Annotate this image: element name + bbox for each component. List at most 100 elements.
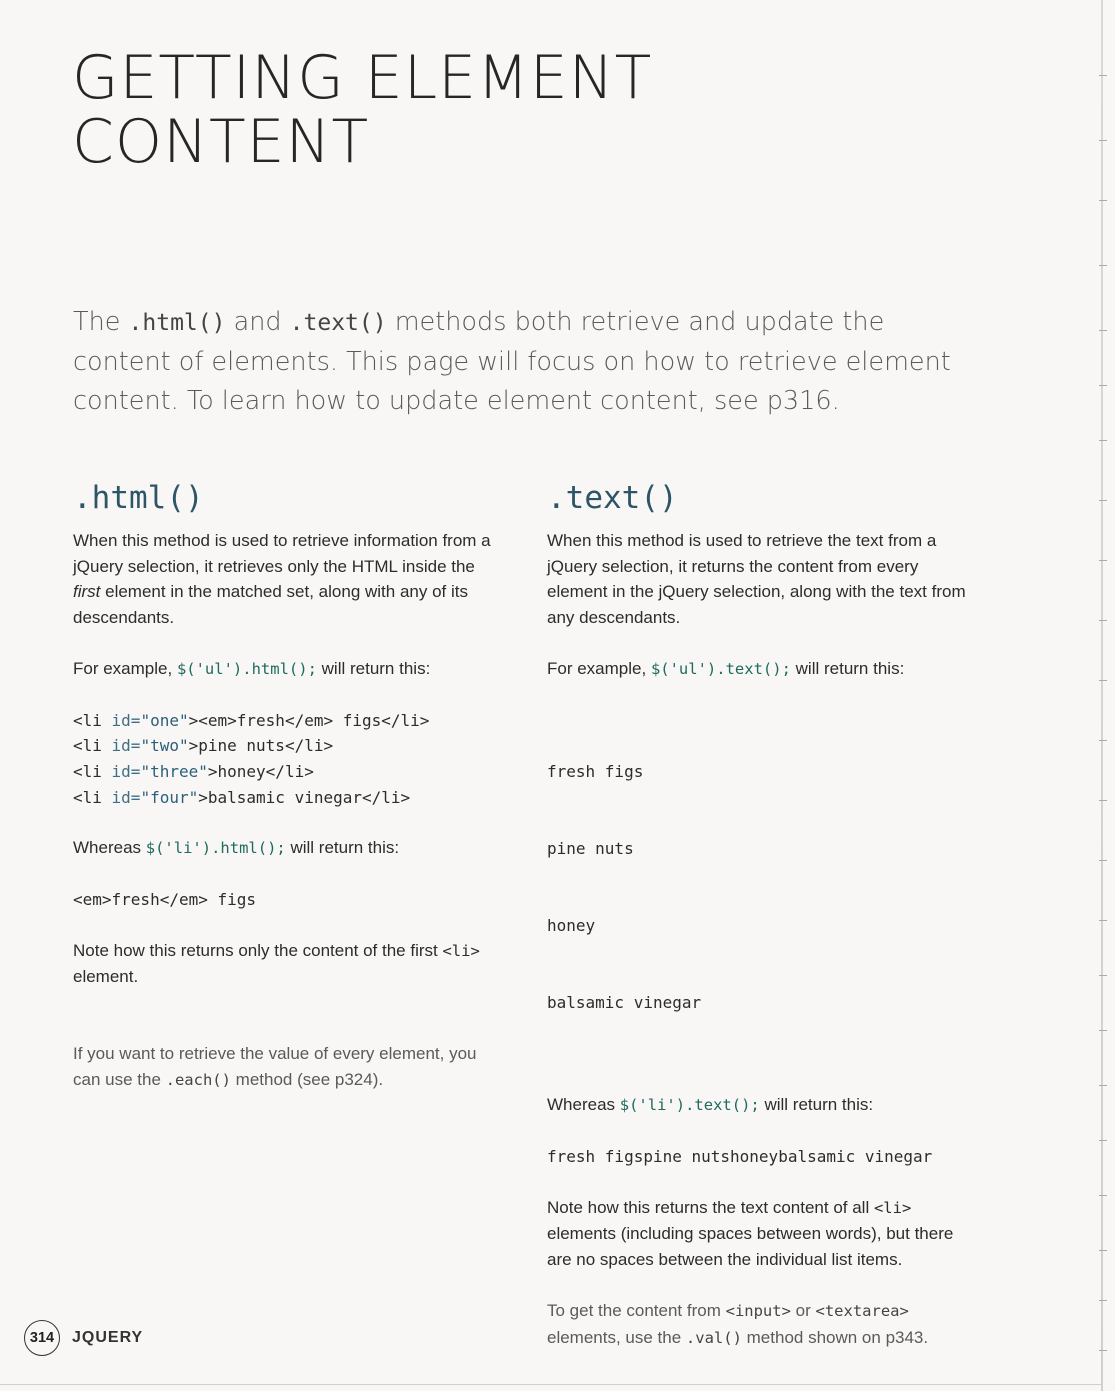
- text-note-text: Note how this returns the text content o…: [547, 1197, 874, 1217]
- page-edge-tick: [1099, 1030, 1107, 1031]
- page-edge-tick: [1099, 1350, 1107, 1351]
- html-code-line: <li id="two">pine nuts</li>: [73, 733, 493, 759]
- html-code-rest: >balsamic vinegar</li>: [198, 787, 411, 807]
- page-edge-tick: [1099, 265, 1107, 266]
- text-note-text: elements (including spaces between words…: [547, 1224, 954, 1270]
- section-name: JQUERY: [72, 1329, 144, 1346]
- page-number: 314: [24, 1320, 60, 1356]
- text-result: fresh figspine nutshoneybalsamic vinegar: [547, 1147, 933, 1167]
- page-edge-tick: [1099, 1300, 1107, 1301]
- html-code-val: "three": [140, 761, 208, 781]
- html-code-attr: id=: [111, 761, 141, 781]
- page-edge-tick: [1099, 920, 1107, 921]
- text-code-line: fresh figs: [547, 761, 644, 781]
- html-result: <em>fresh</em> figs: [73, 890, 257, 910]
- page-edge-tick: [1099, 1195, 1107, 1196]
- page-title: GETTING ELEMENT CONTENT: [72, 46, 652, 174]
- html-example-text: will return this:: [316, 658, 431, 678]
- text-tip-code: <input>: [725, 1301, 791, 1320]
- html-example-text: For example,: [73, 658, 177, 678]
- html-note-text: element.: [73, 967, 139, 987]
- page-edge-tick: [1099, 740, 1107, 741]
- page-edge-tick: [1099, 1140, 1107, 1141]
- intro-text: and: [225, 307, 290, 337]
- html-code-line: <li id="one"><em>fresh</em> figs</li>: [73, 708, 493, 734]
- text-note-code: <li>: [873, 1198, 912, 1217]
- text-whereas-text: will return this:: [759, 1095, 874, 1115]
- text-method-heading: .text(): [547, 480, 678, 516]
- html-example-code: $('ul').html();: [176, 659, 317, 678]
- text-code-line: pine nuts: [547, 839, 634, 859]
- html-code-attr: id=: [111, 787, 141, 807]
- html-method-column: .html() When this method is used to retr…: [73, 478, 493, 1094]
- page-edge-tick: [1099, 680, 1107, 681]
- page-edge-tick: [1099, 140, 1107, 141]
- html-whereas: Whereas $('li').html(); will return this…: [73, 835, 493, 862]
- page-edge-tick: [1099, 1250, 1107, 1251]
- page-edge-tick: [1099, 385, 1107, 386]
- html-example-intro: For example, $('ul').html(); will return…: [73, 656, 493, 683]
- page-footer: 314 JQUERY: [24, 1318, 143, 1358]
- text-tip-text: elements, use the: [547, 1327, 686, 1347]
- html-whereas-code: $('li').html();: [145, 839, 286, 858]
- intro-text: The: [73, 307, 129, 337]
- page-edge-tick: [1099, 500, 1107, 501]
- intro-code-text: .text(): [289, 310, 387, 336]
- html-code-line: <li id="three">honey</li>: [73, 759, 493, 785]
- intro-code-html: .html(): [128, 310, 226, 336]
- html-method-heading: .html(): [73, 480, 204, 516]
- page-edge-tick: [1099, 560, 1107, 561]
- page-bottom-edge: [0, 1384, 1103, 1385]
- html-code-rest: >pine nuts</li>: [188, 736, 334, 756]
- text-whereas: Whereas $('li').text(); will return this…: [547, 1092, 967, 1119]
- page-edge-tick: [1099, 975, 1107, 976]
- text-example-text: will return this:: [790, 658, 905, 678]
- title-line-2: CONTENT: [72, 107, 370, 177]
- html-code-open: <li: [73, 787, 112, 807]
- text-tip-code: .val(): [685, 1328, 742, 1347]
- html-code-val: "one": [140, 710, 189, 730]
- html-tip-code: .each(): [165, 1070, 231, 1089]
- html-note-text: Note how this returns only the content o…: [73, 940, 443, 960]
- text-whereas-text: Whereas: [547, 1095, 620, 1115]
- page-edge-tick: [1099, 1085, 1107, 1086]
- html-code-rest: ><em>fresh</em> figs</li>: [188, 710, 430, 730]
- page-edge-tick: [1099, 800, 1107, 801]
- html-description: When this method is used to retrieve inf…: [73, 528, 493, 631]
- html-code-open: <li: [73, 710, 112, 730]
- html-tip-text: method (see p324).: [230, 1069, 384, 1089]
- html-code-line: <li id="four">balsamic vinegar</li>: [73, 785, 493, 811]
- page-edge-tick: [1099, 330, 1107, 331]
- html-whereas-text: Whereas: [73, 838, 146, 858]
- html-description-emphasis: first: [73, 582, 101, 602]
- text-method-column: .text() When this method is used to retr…: [547, 478, 967, 1351]
- text-example-text: For example,: [547, 658, 651, 678]
- html-code-open: <li: [73, 761, 112, 781]
- text-tip-code: <textarea>: [815, 1301, 909, 1320]
- html-code-val: "two": [140, 736, 189, 756]
- html-code-rest: >honey</li>: [207, 761, 314, 781]
- html-note-code: <li>: [442, 941, 480, 960]
- html-code-block: <li id="one"><em>fresh</em> figs</li> <li…: [73, 708, 493, 811]
- text-code-block: fresh figs pine nuts honey balsamic vine…: [547, 708, 967, 1068]
- text-note: Note how this returns the text content o…: [547, 1195, 967, 1273]
- page-edge-tick: [1099, 75, 1107, 76]
- html-description-text: element in the matched set, along with a…: [73, 582, 468, 628]
- text-tip: To get the content from <input> or <text…: [547, 1298, 967, 1351]
- html-code-attr: id=: [111, 710, 141, 730]
- intro-paragraph: The .html() and .text() methods both ret…: [73, 303, 973, 421]
- text-tip-text: method shown on p343.: [741, 1327, 929, 1347]
- page-edge: [1101, 0, 1103, 1391]
- text-tip-text: or: [790, 1300, 816, 1320]
- text-tip-text: To get the content from: [547, 1300, 726, 1320]
- html-code-attr: id=: [111, 736, 141, 756]
- html-whereas-text: will return this:: [285, 838, 400, 858]
- text-code-line: honey: [547, 916, 596, 936]
- html-tip: If you want to retrieve the value of eve…: [73, 1041, 493, 1093]
- page-edge-tick: [1099, 440, 1107, 441]
- text-example-code: $('ul').text();: [650, 659, 791, 678]
- text-description: When this method is used to retrieve the…: [547, 531, 966, 628]
- text-whereas-code: $('li').text();: [619, 1096, 760, 1115]
- html-note: Note how this returns only the content o…: [73, 938, 493, 990]
- text-code-line: balsamic vinegar: [547, 993, 702, 1013]
